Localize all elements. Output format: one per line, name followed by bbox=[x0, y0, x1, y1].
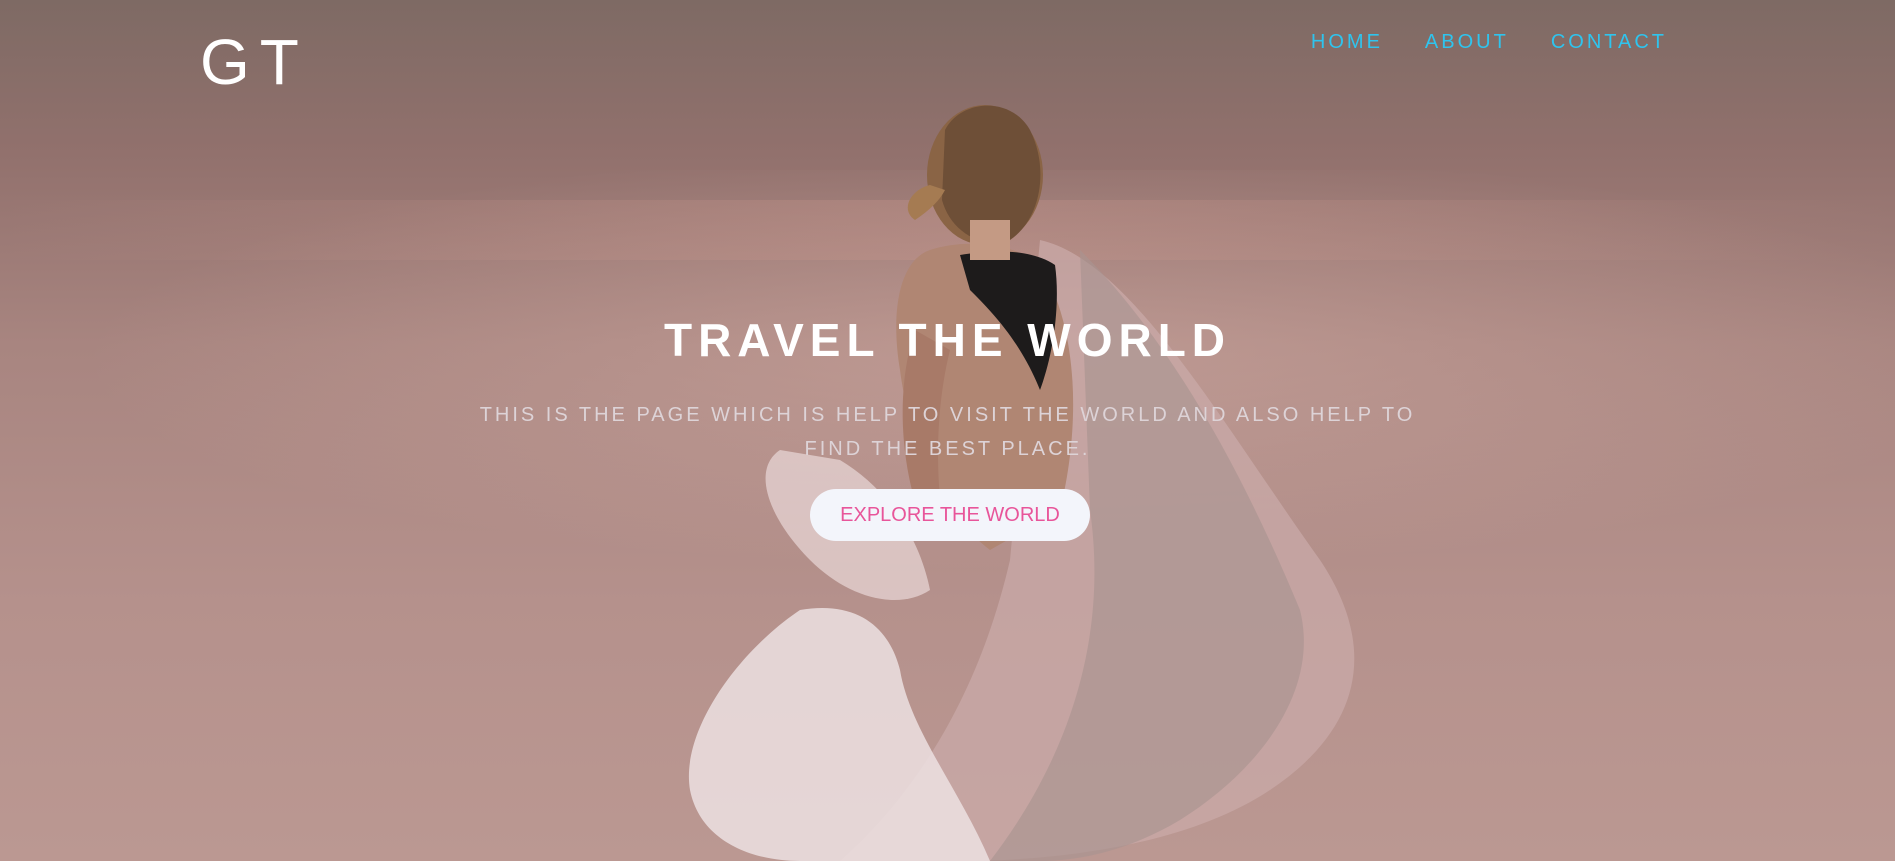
top-navigation: HOME ABOUT CONTACT bbox=[1311, 31, 1667, 54]
nav-link-home[interactable]: HOME bbox=[1311, 31, 1383, 54]
hero-section: GT HOME ABOUT CONTACT TRAVEL THE WORLD T… bbox=[0, 0, 1895, 861]
explore-the-world-button[interactable]: EXPLORE THE WORLD bbox=[810, 489, 1090, 541]
nav-link-contact[interactable]: CONTACT bbox=[1551, 31, 1667, 54]
hero-title: TRAVEL THE WORLD bbox=[663, 314, 1232, 366]
brand-logo[interactable]: GT bbox=[200, 30, 309, 94]
hero-background-image bbox=[660, 90, 1420, 861]
nav-link-about[interactable]: ABOUT bbox=[1425, 31, 1509, 54]
hero-subtitle: THIS IS THE PAGE WHICH IS HELP TO VISIT … bbox=[479, 404, 1416, 460]
